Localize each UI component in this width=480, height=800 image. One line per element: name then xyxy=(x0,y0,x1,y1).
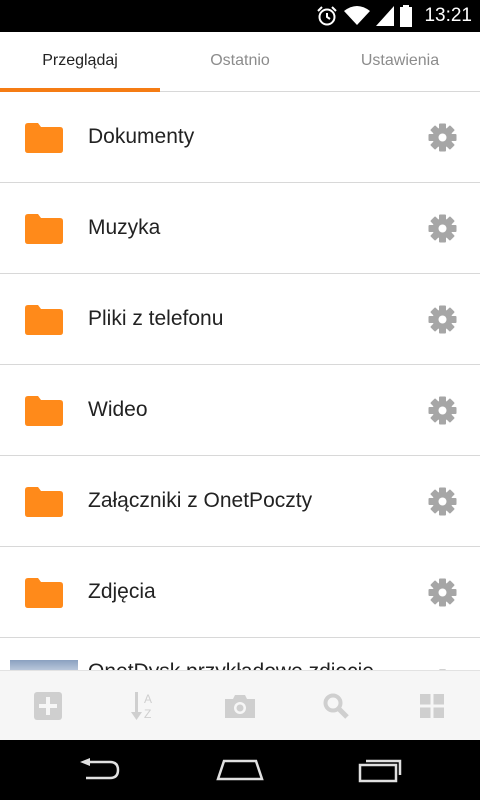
svg-text:A: A xyxy=(144,692,152,706)
folder-label: Zdjęcia xyxy=(88,580,156,603)
bottom-toolbar: AZ xyxy=(0,670,480,741)
tab-settings[interactable]: Ustawienia xyxy=(320,32,480,90)
search-icon xyxy=(323,693,349,719)
folder-label: Wideo xyxy=(88,398,148,421)
back-icon xyxy=(80,758,120,780)
folder-icon xyxy=(25,214,63,244)
file-row-sample-photo[interactable]: OnetDysk przykładowe zdjęcie xyxy=(0,638,480,670)
file-label: OnetDysk przykładowe zdjęcie xyxy=(88,638,374,670)
back-button[interactable] xyxy=(50,740,150,800)
folder-row-video[interactable]: Wideo xyxy=(0,365,480,456)
alarm-icon xyxy=(317,6,338,26)
camera-button[interactable] xyxy=(192,671,288,741)
navigation-bar xyxy=(0,740,480,800)
folder-icon xyxy=(25,305,63,335)
gear-icon[interactable] xyxy=(428,214,457,243)
recents-button[interactable] xyxy=(330,740,430,800)
folder-icon xyxy=(25,396,63,426)
status-clock: 13:21 xyxy=(424,5,472,26)
folder-label: Pliki z telefonu xyxy=(88,307,224,330)
svg-text:Z: Z xyxy=(144,707,151,721)
tab-recent[interactable]: Ostatnio xyxy=(160,32,320,90)
folder-label: Muzyka xyxy=(88,216,161,239)
folder-row-photos[interactable]: Zdjęcia xyxy=(0,547,480,638)
status-bar: 13:21 xyxy=(0,0,480,32)
gear-icon[interactable] xyxy=(428,578,457,607)
gear-icon[interactable] xyxy=(428,123,457,152)
recents-icon xyxy=(358,759,402,783)
search-button[interactable] xyxy=(288,671,384,741)
grid-view-icon xyxy=(420,694,444,718)
tab-bar: Przeglądaj Ostatnio Ustawienia xyxy=(0,32,480,92)
tab-browse[interactable]: Przeglądaj xyxy=(0,32,160,90)
battery-icon xyxy=(400,5,413,27)
sort-az-icon: AZ xyxy=(131,692,152,721)
folder-row-phone-files[interactable]: Pliki z telefonu xyxy=(0,274,480,365)
wifi-icon xyxy=(344,6,371,25)
add-button[interactable] xyxy=(0,671,96,741)
folder-label: Załączniki z OnetPoczty xyxy=(88,489,313,512)
folder-row-documents[interactable]: Dokumenty xyxy=(0,92,480,183)
signal-icon xyxy=(376,6,395,26)
gear-icon[interactable] xyxy=(428,487,457,516)
folder-list: Dokumenty Muzyka Pliki z telefonu Wideo … xyxy=(0,92,480,670)
folder-icon xyxy=(25,123,63,153)
grid-view-button[interactable] xyxy=(384,671,480,741)
gear-icon[interactable] xyxy=(428,396,457,425)
home-button[interactable] xyxy=(190,740,290,800)
folder-icon xyxy=(25,578,63,608)
folder-row-music[interactable]: Muzyka xyxy=(0,183,480,274)
folder-label: Dokumenty xyxy=(88,125,195,148)
folder-row-attachments[interactable]: Załączniki z OnetPoczty xyxy=(0,456,480,547)
home-icon xyxy=(216,759,264,781)
sort-button[interactable]: AZ xyxy=(96,671,192,741)
photo-thumbnail xyxy=(10,660,78,670)
add-icon xyxy=(34,692,62,720)
folder-icon xyxy=(25,487,63,517)
gear-icon[interactable] xyxy=(428,305,457,334)
camera-icon xyxy=(225,695,255,718)
